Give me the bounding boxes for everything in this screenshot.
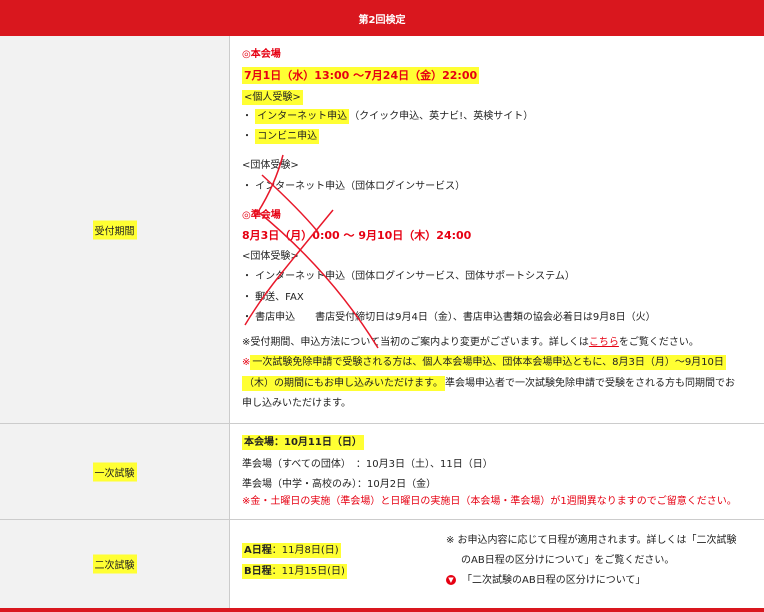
reception-row: 受付期間 ◎本会場 7月1日（水）13:00 ～7月24日（金）22:00 <個… [0,36,764,424]
note-exemption-line1: ※ 一次試験免除申請で受験される方は、個人本会場申込、団体本会場申込ともに、8月3… [242,355,726,370]
reception-value-cell: ◎本会場 7月1日（水）13:00 ～7月24日（金）22:00 <個人受験> … [230,36,764,423]
details-link[interactable]: こちら [589,337,619,348]
first-exam-value-cell: 本会場：10月11日（日） 準会場（すべての団体） ：10月3日（土）、11日（… [230,424,764,519]
sub-item-internet: ・ インターネット申込（団体ログインサービス、団体サポートシステム） [242,271,575,282]
chevron-down-circle-icon: ▼ [446,575,456,585]
first-exam-row: 一次試験 本会場：10月11日（日） 準会場（すべての団体） ：10月3日（土）… [0,424,764,520]
header-title: 第2回検定 [358,14,406,26]
second-exam-value-cell: A日程：11月8日(日) B日程：11月15日(日) ※ お申込内容に応じて日程… [230,520,764,608]
group-heading: <団体受験> [242,160,299,171]
ab-schedule-link[interactable]: ▼ 「二次試験のAB日程の区分けについて」 [446,574,645,588]
note-exemption-line2: （木）の期間にもお申し込みいただけます。 準会場申込者で一次試験免除申請で受験をさ… [242,376,735,391]
sub-item-bookstore: ・ 書店申込 書店受付締切日は9月4日（金）、書店申込書類の協会必着日は9月8日… [242,312,656,323]
main-venue-heading: ◎本会場 [242,49,281,60]
reception-label-cell: 受付期間 [0,36,230,423]
second-exam-b-date: B日程：11月15日(日) [242,564,347,579]
second-exam-a-date: A日程：11月8日(日) [242,543,341,558]
sub-venue-heading: ◎準会場 [242,210,281,221]
main-venue-period: 7月1日（水）13:00 ～7月24日（金）22:00 [242,67,480,84]
schedule-page: 第2回検定 受付期間 ◎本会場 7月1日（水）13:00 ～7月24日（金）22… [0,0,764,612]
first-exam-label: 一次試験 [92,462,137,481]
group-item-internet: ・ インターネット申込（団体ログインサービス） [242,181,466,192]
sub-item-mail-fax: ・ 郵送、FAX [242,292,304,303]
sub-venue-period: 8月3日（月）0:00 ～ 9月10日（木）24:00 [242,229,472,242]
note-change: ※受付期間、申込方法について当初のご案内より変更がございます。詳しくはこちらをご… [242,337,699,348]
second-exam-note-line2: のAB日程の区分けについて」をご覧ください。 [461,555,675,566]
second-exam-label-cell: 二次試験 [0,520,230,608]
note-exemption-line3: 申し込みいただけます。 [242,398,351,409]
first-exam-warning: ※金・土曜日の実施（準会場）と日曜日の実施日（本会場・準会場）が1週間異なります… [242,496,737,507]
second-exam-row: 二次試験 A日程：11月8日(日) B日程：11月15日(日) ※ お申込内容に… [0,520,764,608]
first-exam-label-cell: 一次試験 [0,424,230,519]
first-exam-sub-all: 準会場（すべての団体） ：10月3日（土）、11日（日） [242,459,493,470]
first-exam-sub-school: 準会場（中学・高校のみ）：10月2日（金） [242,479,437,490]
reception-label: 受付期間 [92,220,137,239]
individual-heading: <個人受験> [242,90,303,105]
sub-group-heading: <団体受験> [242,251,299,262]
table-header: 第2回検定 [0,0,764,36]
individual-item-internet: ・ インターネット申込 （クイック申込、英ナビ!、英検サイト） [242,109,534,124]
individual-item-convenience: ・ コンビニ申込 [242,129,320,144]
bottom-border [0,608,764,612]
second-exam-note-line1: ※ お申込内容に応じて日程が適用されます。詳しくは「二次試験 [446,535,737,546]
second-exam-label: 二次試験 [92,554,137,574]
first-exam-main-date: 本会場：10月11日（日） [242,435,364,450]
